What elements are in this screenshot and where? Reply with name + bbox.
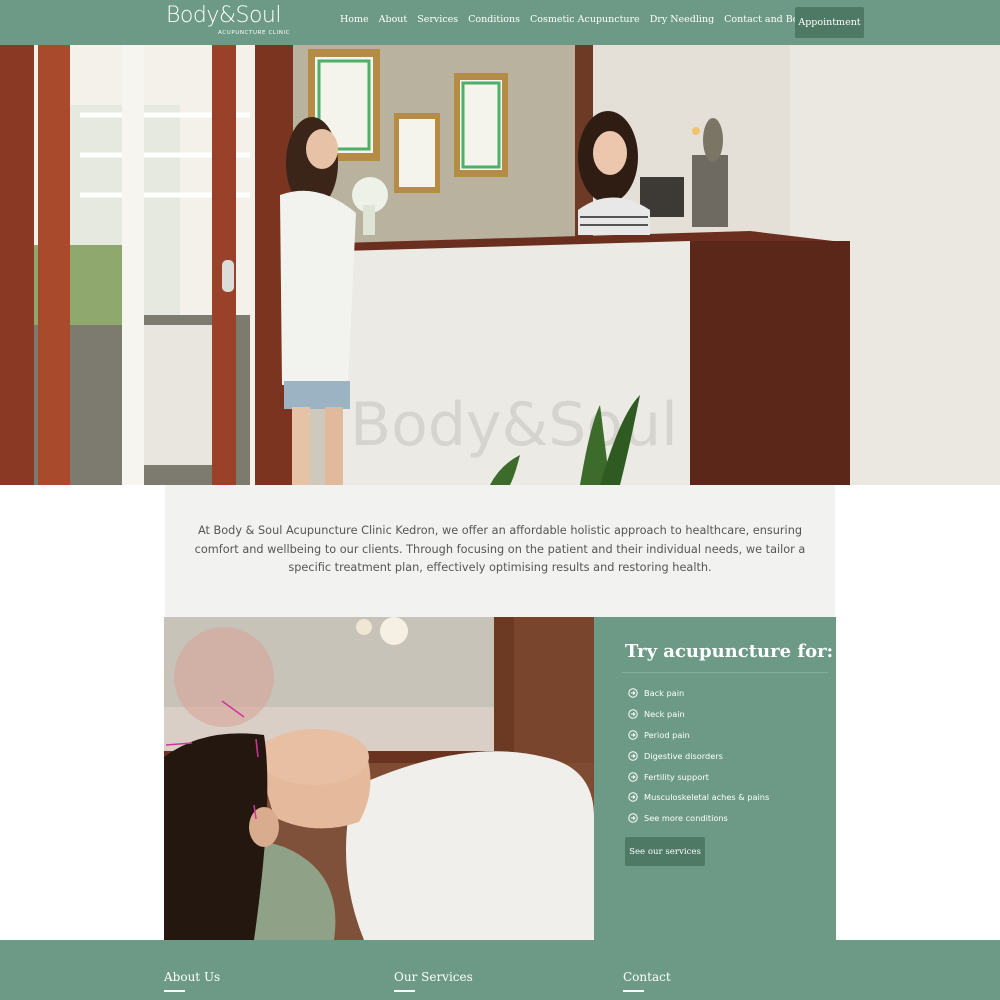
site-footer: About Us Our Services Contact xyxy=(0,940,1000,1000)
panel-title: Try acupuncture for: xyxy=(625,641,834,662)
condition-back-pain[interactable]: Back pain xyxy=(628,683,769,704)
intro-text: At Body & Soul Acupuncture Clinic Kedron… xyxy=(194,524,806,574)
footer-about-column: About Us xyxy=(164,970,220,992)
site-header: Body&Soul ACUPUNCTURE CLINIC Home About … xyxy=(0,0,1000,45)
condition-neck-pain[interactable]: Neck pain xyxy=(628,704,769,725)
condition-musculoskeletal[interactable]: Musculoskeletal aches & pains xyxy=(628,787,769,808)
nav-cosmetic-acupuncture[interactable]: Cosmetic Acupuncture xyxy=(530,14,640,25)
arrow-circle-icon xyxy=(628,751,638,761)
arrow-circle-icon xyxy=(628,730,638,740)
condition-period-pain[interactable]: Period pain xyxy=(628,725,769,746)
condition-label: Musculoskeletal aches & pains xyxy=(644,792,770,803)
arrow-circle-icon xyxy=(628,813,638,823)
nav-services[interactable]: Services xyxy=(417,14,458,25)
condition-fertility-support[interactable]: Fertility support xyxy=(628,766,769,787)
acupuncture-treatment-image xyxy=(164,617,594,940)
conditions-list: Back pain Neck pain Period pain Digestiv… xyxy=(628,683,769,829)
see-services-button[interactable]: See our services xyxy=(625,837,705,866)
condition-label: Digestive disorders xyxy=(644,750,723,761)
arrow-circle-icon xyxy=(628,792,638,803)
logo[interactable]: Body&Soul ACUPUNCTURE CLINIC xyxy=(166,4,291,40)
conditions-panel: Try acupuncture for: Back pain Neck pain… xyxy=(594,617,836,940)
logo-tagline: ACUPUNCTURE CLINIC xyxy=(218,30,291,36)
footer-contact-heading: Contact xyxy=(623,970,671,984)
arrow-circle-icon xyxy=(628,771,638,782)
intro-section: At Body & Soul Acupuncture Clinic Kedron… xyxy=(165,485,835,617)
footer-services-underline xyxy=(394,990,415,992)
arrow-circle-icon xyxy=(628,688,638,699)
panel-divider xyxy=(622,672,828,673)
condition-label: Neck pain xyxy=(644,709,685,720)
condition-see-more[interactable]: See more conditions xyxy=(628,808,769,829)
footer-about-underline xyxy=(164,990,185,992)
arrow-circle-icon xyxy=(628,709,638,719)
footer-about-heading: About Us xyxy=(164,970,221,984)
nav-about[interactable]: About xyxy=(379,14,408,25)
condition-digestive-disorders[interactable]: Digestive disorders xyxy=(628,745,769,766)
condition-label: Fertility support xyxy=(644,771,709,782)
condition-label: Period pain xyxy=(644,729,690,740)
footer-contact-underline xyxy=(623,990,644,992)
footer-services-heading: Our Services xyxy=(394,970,473,984)
footer-contact-column: Contact xyxy=(623,970,671,992)
appointment-button[interactable]: Appointment xyxy=(795,7,864,38)
logo-text: Body&Soul xyxy=(166,3,282,28)
condition-label: Back pain xyxy=(644,688,685,699)
hero-image: Body&Soul xyxy=(0,45,1000,485)
footer-services-column: Our Services xyxy=(394,970,473,992)
nav-home[interactable]: Home xyxy=(340,14,369,25)
main-nav: Home About Services Conditions Cosmetic … xyxy=(340,14,840,25)
nav-conditions[interactable]: Conditions xyxy=(468,14,520,25)
condition-label: See more conditions xyxy=(644,813,728,824)
nav-dry-needling[interactable]: Dry Needling xyxy=(650,14,714,25)
